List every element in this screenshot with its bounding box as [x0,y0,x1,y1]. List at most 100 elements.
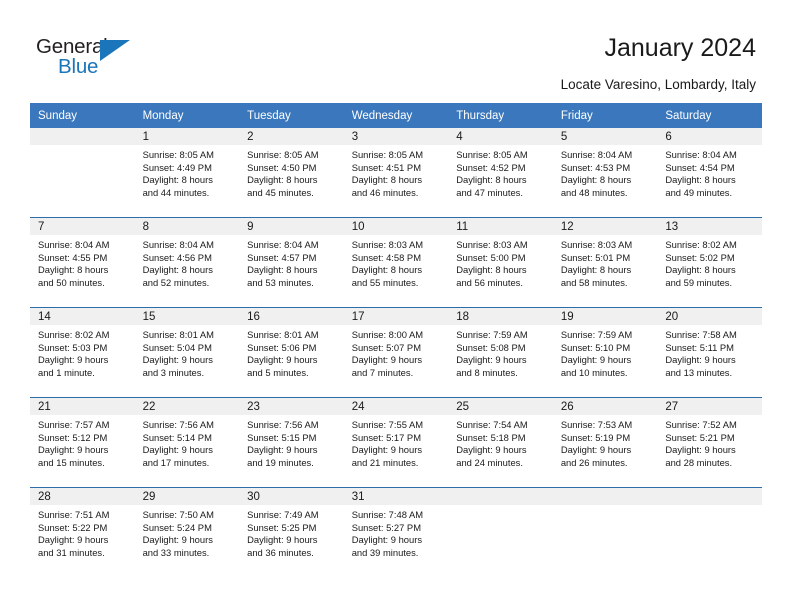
day-cell-content: 6 Sunrise: 8:04 AM Sunset: 4:54 PM Daylight… [657,128,762,217]
detail-sunrise: Sunrise: 7:57 AM [38,419,110,430]
calendar-day-cell[interactable]: 3 Sunrise: 8:05 AM Sunset: 4:51 PM Daylight… [343,128,449,218]
detail-daylight-line1: Daylight: 9 hours [456,354,527,366]
day-number [448,488,553,505]
day-sun-details: Sunrise: 8:02 AM Sunset: 5:03 PM Daylight:… [30,325,135,379]
day-sun-details: Sunrise: 7:53 AM Sunset: 5:19 PM Daylight:… [553,415,658,469]
detail-sunset: Sunset: 5:06 PM [247,341,317,353]
logo-triangle-icon [100,40,130,61]
day-sun-details: Sunrise: 8:00 AM Sunset: 5:07 PM Daylight:… [344,325,449,379]
day-cell-content [30,128,135,217]
calendar-week-row: 28 Sunrise: 7:51 AM Sunset: 5:22 PM Dayligh… [30,487,762,577]
day-sun-details: Sunrise: 7:49 AM Sunset: 5:25 PM Daylight:… [239,505,344,559]
detail-daylight-line2: and 3 minutes. [142,366,205,378]
calendar-day-cell[interactable]: 29 Sunrise: 7:50 AM Sunset: 5:24 PM Dayligh… [134,487,240,577]
weekday-header-wednesday: Wednesday [343,103,449,128]
day-number: 4 [448,128,553,145]
day-cell-content: 9 Sunrise: 8:04 AM Sunset: 4:57 PM Daylight… [239,218,344,307]
calendar-day-cell[interactable]: 28 Sunrise: 7:51 AM Sunset: 5:22 PM Dayligh… [30,487,135,577]
calendar-day-cell[interactable]: 25 Sunrise: 7:54 AM Sunset: 5:18 PM Dayligh… [448,397,553,488]
detail-daylight-line1: Daylight: 9 hours [38,534,109,546]
detail-sunset: Sunset: 5:19 PM [560,431,631,443]
day-number: 2 [239,128,344,145]
detail-sunrise: Sunrise: 8:05 AM [456,149,528,160]
detail-daylight-line2: and 7 minutes. [351,366,414,378]
day-number: 13 [657,218,762,235]
day-cell-content: 28 Sunrise: 7:51 AM Sunset: 5:22 PM Dayligh… [30,488,135,577]
calendar-day-cell[interactable]: 21 Sunrise: 7:57 AM Sunset: 5:12 PM Dayligh… [30,397,135,488]
day-cell-content [657,488,762,577]
detail-daylight-line2: and 39 minutes. [351,546,419,558]
calendar-day-cell[interactable]: 7 Sunrise: 8:04 AM Sunset: 4:55 PM Daylight… [30,217,135,308]
calendar-day-cell[interactable]: 20 Sunrise: 7:58 AM Sunset: 5:11 PM Dayligh… [657,307,762,398]
day-sun-details: Sunrise: 8:04 AM Sunset: 4:56 PM Daylight:… [135,235,240,289]
calendar-day-cell[interactable]: 2 Sunrise: 8:05 AM Sunset: 4:50 PM Daylight… [239,128,344,218]
detail-daylight-line2: and 53 minutes. [247,276,314,288]
detail-sunrise: Sunrise: 8:01 AM [247,329,319,340]
calendar-day-cell[interactable]: 15 Sunrise: 8:01 AM Sunset: 5:04 PM Dayligh… [134,307,240,398]
calendar-day-cell[interactable]: 6 Sunrise: 8:04 AM Sunset: 4:54 PM Daylight… [657,128,762,218]
detail-daylight-line2: and 44 minutes. [142,186,210,198]
calendar-day-cell[interactable]: 19 Sunrise: 7:59 AM Sunset: 5:10 PM Dayligh… [552,307,658,398]
calendar-day-cell[interactable]: 4 Sunrise: 8:05 AM Sunset: 4:52 PM Daylight… [448,128,553,218]
calendar-day-cell[interactable]: 18 Sunrise: 7:59 AM Sunset: 5:08 PM Dayligh… [448,307,553,398]
detail-sunset: Sunset: 5:15 PM [247,431,317,443]
calendar-day-cell[interactable]: 26 Sunrise: 7:53 AM Sunset: 5:19 PM Dayligh… [552,397,658,488]
detail-daylight-line1: Daylight: 8 hours [38,264,109,276]
weekday-header-thursday: Thursday [448,103,553,128]
calendar-day-cell[interactable]: 1 Sunrise: 8:05 AM Sunset: 4:49 PM Daylight… [134,128,240,218]
detail-daylight-line1: Daylight: 8 hours [560,174,632,186]
detail-daylight-line1: Daylight: 9 hours [38,444,109,456]
detail-sunset: Sunset: 4:57 PM [247,251,317,263]
day-cell-content: 15 Sunrise: 8:01 AM Sunset: 5:04 PM Dayligh… [134,308,240,397]
calendar-day-cell[interactable]: 12 Sunrise: 8:03 AM Sunset: 5:01 PM Dayligh… [552,217,658,308]
day-number: 10 [343,218,449,235]
calendar-day-cell [552,487,658,577]
calendar-day-cell[interactable]: 10 Sunrise: 8:03 AM Sunset: 4:58 PM Dayligh… [343,217,449,308]
calendar-day-cell[interactable]: 23 Sunrise: 7:56 AM Sunset: 5:15 PM Dayligh… [239,397,344,488]
calendar-week-row: 7 Sunrise: 8:04 AM Sunset: 4:55 PM Daylight… [30,217,762,308]
detail-sunset: Sunset: 4:51 PM [351,161,421,173]
calendar-day-cell[interactable]: 27 Sunrise: 7:52 AM Sunset: 5:21 PM Dayligh… [657,397,762,488]
detail-daylight-line1: Daylight: 9 hours [142,354,213,366]
detail-daylight-line1: Daylight: 9 hours [142,444,213,456]
detail-sunset: Sunset: 5:24 PM [142,521,212,533]
day-number: 8 [134,218,240,235]
weekday-header-saturday: Saturday [657,103,762,128]
calendar-day-cell[interactable]: 11 Sunrise: 8:03 AM Sunset: 5:00 PM Dayligh… [448,217,553,308]
day-number: 22 [134,398,240,415]
calendar-day-cell[interactable]: 16 Sunrise: 8:01 AM Sunset: 5:06 PM Dayligh… [239,307,344,398]
day-sun-details: Sunrise: 8:03 AM Sunset: 5:00 PM Daylight:… [448,235,553,289]
day-cell-content: 10 Sunrise: 8:03 AM Sunset: 4:58 PM Dayligh… [343,218,449,307]
calendar-day-cell [448,487,553,577]
calendar-day-cell[interactable]: 22 Sunrise: 7:56 AM Sunset: 5:14 PM Dayligh… [134,397,240,488]
calendar-day-cell[interactable]: 14 Sunrise: 8:02 AM Sunset: 5:03 PM Dayligh… [30,307,135,398]
detail-daylight-line2: and 26 minutes. [560,456,628,468]
day-sun-details: Sunrise: 8:04 AM Sunset: 4:53 PM Daylight:… [553,145,658,199]
calendar-day-cell[interactable]: 13 Sunrise: 8:02 AM Sunset: 5:02 PM Dayligh… [657,217,762,308]
day-sun-details: Sunrise: 8:01 AM Sunset: 5:04 PM Daylight:… [135,325,240,379]
detail-sunrise: Sunrise: 7:59 AM [456,329,528,340]
calendar-day-cell[interactable]: 8 Sunrise: 8:04 AM Sunset: 4:56 PM Daylight… [134,217,240,308]
detail-daylight-line1: Daylight: 9 hours [665,444,736,456]
detail-sunset: Sunset: 4:53 PM [560,161,631,173]
detail-sunrise: Sunrise: 8:04 AM [560,149,633,160]
detail-sunset: Sunset: 4:55 PM [38,251,108,263]
day-cell-content: 11 Sunrise: 8:03 AM Sunset: 5:00 PM Dayligh… [448,218,553,307]
detail-daylight-line2: and 46 minutes. [351,186,419,198]
detail-daylight-line2: and 36 minutes. [247,546,314,558]
detail-sunset: Sunset: 4:54 PM [665,161,735,173]
calendar-day-cell[interactable]: 30 Sunrise: 7:49 AM Sunset: 5:25 PM Dayligh… [239,487,344,577]
day-number: 17 [343,308,449,325]
calendar-day-cell[interactable]: 9 Sunrise: 8:04 AM Sunset: 4:57 PM Daylight… [239,217,344,308]
calendar-day-cell[interactable]: 5 Sunrise: 8:04 AM Sunset: 4:53 PM Daylight… [552,128,658,218]
page-title: January 2024 [604,34,756,62]
detail-daylight-line2: and 15 minutes. [38,456,105,468]
calendar-day-cell[interactable]: 31 Sunrise: 7:48 AM Sunset: 5:27 PM Dayligh… [343,487,449,577]
day-sun-details: Sunrise: 7:50 AM Sunset: 5:24 PM Daylight:… [135,505,240,559]
weekday-header-monday: Monday [134,103,240,128]
logo-text-blue: Blue [58,55,99,78]
calendar-page: General Blue January 2024 Locate Varesin… [0,0,792,612]
calendar-day-cell[interactable]: 24 Sunrise: 7:55 AM Sunset: 5:17 PM Dayligh… [343,397,449,488]
day-sun-details: Sunrise: 7:56 AM Sunset: 5:15 PM Daylight:… [239,415,344,469]
calendar-day-cell[interactable]: 17 Sunrise: 8:00 AM Sunset: 5:07 PM Dayligh… [343,307,449,398]
